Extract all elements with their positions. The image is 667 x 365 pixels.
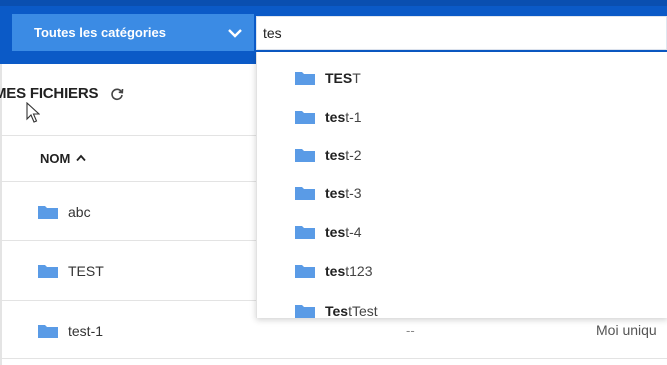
folder-icon	[295, 304, 315, 318]
suggestion-match: tes	[325, 224, 346, 240]
suggestion-rest: t-3	[345, 185, 362, 201]
section-title: MES FICHIERS	[0, 85, 124, 102]
section-title-text: MES FICHIERS	[0, 85, 99, 102]
chevron-down-icon	[228, 26, 242, 40]
suggestion-item[interactable]: tes t-4	[295, 221, 362, 243]
search-suggestions: TES T tes t-1 tes t-2 tes t-3 tes t-4 tes t123…	[256, 52, 667, 318]
row-name: test-1	[68, 323, 104, 339]
folder-icon	[295, 110, 315, 124]
suggestion-rest: t-4	[345, 224, 362, 240]
sort-asc-icon	[76, 154, 87, 164]
table-row[interactable]: test-1	[38, 321, 103, 341]
table-row[interactable]: TEST	[38, 261, 104, 281]
search-input[interactable]	[263, 25, 660, 41]
suggestion-match: tes	[325, 185, 346, 201]
left-divider	[0, 64, 2, 365]
column-header-name[interactable]: NOM	[40, 151, 87, 166]
table-row[interactable]: abc	[38, 202, 91, 222]
suggestion-match: tes	[325, 263, 346, 279]
mouse-pointer-icon	[26, 101, 41, 129]
suggestion-rest: tTest	[348, 303, 378, 318]
suggestion-item[interactable]: tes t-2	[295, 144, 362, 166]
suggestion-match: Tes	[325, 303, 349, 318]
folder-icon	[38, 324, 58, 338]
suggestion-match: TES	[325, 70, 353, 86]
category-select-label: Toutes les catégories	[34, 25, 166, 40]
folder-icon	[295, 71, 315, 85]
folder-icon	[295, 264, 315, 278]
suggestion-rest: t123	[345, 263, 373, 279]
suggestion-item[interactable]: Tes tTest	[295, 300, 378, 318]
suggestion-item[interactable]: tes t-3	[295, 182, 362, 204]
divider	[0, 358, 667, 359]
folder-icon	[38, 264, 58, 278]
suggestion-item[interactable]: tes t-1	[295, 106, 362, 128]
suggestion-match: tes	[325, 109, 346, 125]
category-select[interactable]: Toutes les catégories	[12, 14, 254, 51]
suggestion-item[interactable]: TES T	[295, 67, 361, 89]
row-name: TEST	[68, 263, 104, 279]
folder-icon	[295, 186, 315, 200]
suggestion-item[interactable]: tes t123	[295, 260, 372, 282]
suggestion-rest: t-2	[345, 147, 362, 163]
refresh-icon[interactable]	[110, 87, 124, 101]
folder-icon	[38, 205, 58, 219]
search-field[interactable]	[256, 16, 667, 50]
column-header-label: NOM	[40, 151, 71, 166]
row-owner: Moi uniqu	[596, 322, 657, 338]
row-name: abc	[68, 204, 91, 220]
folder-icon	[295, 148, 315, 162]
folder-icon	[295, 225, 315, 239]
suggestion-rest: T	[352, 70, 361, 86]
row-size: --	[406, 323, 415, 338]
suggestion-match: tes	[325, 147, 346, 163]
suggestion-rest: t-1	[345, 109, 362, 125]
top-edge	[0, 0, 667, 6]
